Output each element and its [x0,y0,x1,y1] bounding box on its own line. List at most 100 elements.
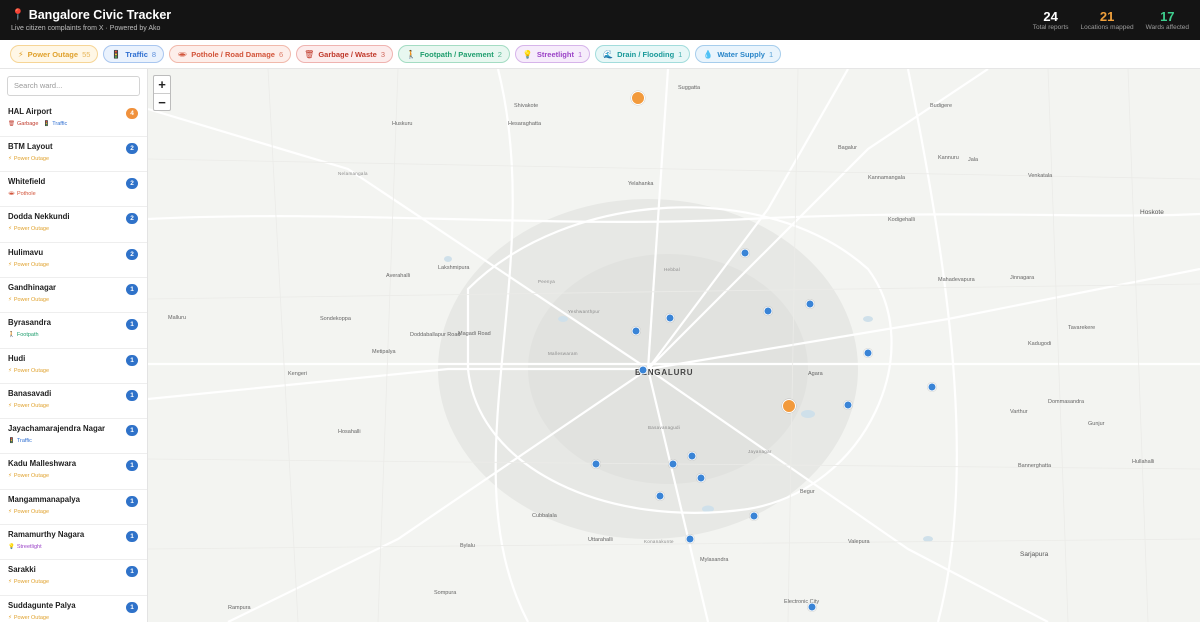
ward-list: HAL Airport 🗑 Garbage 🚦 Traffic 4 BTM Lay… [0,102,147,622]
place-label: Bannerghatta [1018,463,1052,469]
ward-tag-label: Power Outage [13,296,50,303]
zoom-in-button[interactable]: + [154,76,170,93]
complaint-marker[interactable] [927,382,937,392]
ward-tag: ⚡ Power Outage [8,472,49,480]
category-icon: ⚡ [8,579,12,586]
complaint-marker[interactable] [749,511,759,521]
place-label: Sondekoppa [320,316,351,322]
place-label: Lakshmipura [438,265,470,271]
complaint-marker[interactable] [668,459,678,469]
ward-tag: 🗑 Garbage [8,120,38,128]
place-label: Magadi Road [458,331,491,337]
place-label: Kadugodi [1028,341,1052,347]
ward-list-item[interactable]: Suddagunte Palya ⚡ Power Outage 1 [0,596,147,622]
ward-count-badge: 2 [126,178,138,190]
filter-label: Pothole / Road Damage [191,49,275,59]
filter-chip[interactable]: ⚡ Power Outage 55 [10,45,99,63]
stat-item: 17 Wards affected [1146,9,1189,32]
complaint-marker[interactable] [655,491,665,501]
filter-count: 1 [577,49,583,59]
complaint-marker[interactable] [685,534,695,544]
ward-tag-label: Power Outage [13,226,50,233]
filter-chip[interactable]: 🕳 Pothole / Road Damage 6 [169,45,292,63]
ward-name: Hudi [8,353,26,363]
place-label: Hebbal [664,267,681,272]
place-label: Bylalu [460,543,475,549]
zoom-out-button[interactable]: − [154,93,170,110]
category-icon: ⚡ [8,473,12,480]
filter-chip[interactable]: 🌊 Drain / Flooding 1 [595,45,691,63]
search-wrap [0,69,147,102]
place-label: Mylasandra [700,557,729,563]
filter-chip[interactable]: 🚦 Traffic 8 [103,45,165,63]
ward-tags: 🚶 Footpath [8,331,139,339]
filter-label: Garbage / Waste [318,49,377,59]
ward-list-item[interactable]: Kadu Malleshwara ⚡ Power Outage 1 [0,454,147,490]
ward-list-item[interactable]: Dodda Nekkundi ⚡ Power Outage 2 [0,207,147,243]
ward-list-item[interactable]: BTM Layout ⚡ Power Outage 2 [0,137,147,173]
filter-chip[interactable]: 💡 Streetlight 1 [514,45,591,63]
ward-list-item[interactable]: Sarakki ⚡ Power Outage 1 [0,560,147,596]
ward-tag-label: Streetlight [16,544,42,551]
complaint-marker[interactable] [696,473,706,483]
ward-list-item[interactable]: Banasavadi ⚡ Power Outage 1 [0,384,147,420]
ward-tags: ⚡ Power Outage [8,296,139,304]
place-label: Peenya [538,279,556,284]
category-icon: 💧 [703,49,714,59]
place-label: Bagalur [838,145,857,151]
ward-list-item[interactable]: Ramamurthy Nagara 💡 Streetlight 1 [0,525,147,561]
ward-name: Kadu Malleshwara [8,459,77,469]
category-icon: ⚡ [8,296,12,303]
ward-name: Jayachamarajendra Nagar [8,424,106,434]
category-icon: ⚡ [8,402,12,409]
complaint-marker[interactable] [687,451,697,461]
lake-shape [923,536,933,542]
place-label: Shivakote [514,103,539,109]
filter-count: 1 [768,49,774,59]
ward-count-badge: 1 [126,283,138,295]
ward-list-item[interactable]: Mangammanapalya ⚡ Power Outage 1 [0,490,147,526]
complaint-marker[interactable] [665,313,675,323]
filter-chip[interactable]: 🚶 Footpath / Pavement 2 [397,45,510,63]
ward-list-item[interactable]: Hulimavu ⚡ Power Outage 2 [0,243,147,278]
ward-tags: ⚡ Power Outage [8,472,139,480]
filter-label: Power Outage [27,49,79,59]
ward-list-item[interactable]: Jayachamarajendra Nagar 🚦 Traffic 1 [0,419,147,455]
ward-list-item[interactable]: Hudi ⚡ Power Outage 1 [0,349,147,384]
filter-chip[interactable]: 💧 Water Supply 1 [695,45,782,63]
stat-value: 17 [1160,8,1175,24]
ward-tags: 🗑 Garbage 🚦 Traffic [8,120,139,128]
ward-list-item[interactable]: HAL Airport 🗑 Garbage 🚦 Traffic 4 [0,102,147,137]
ward-tag: 🚶 Footpath [8,331,39,339]
ward-name: BTM Layout [8,141,53,151]
complaint-marker[interactable] [807,602,817,612]
map-view[interactable]: + − Suggatta Shivakote Huskuru Hesaraghatta… [148,69,1200,622]
complaint-marker[interactable] [631,326,641,336]
ward-tag-label: Power Outage [13,614,50,621]
complaint-marker[interactable] [863,348,873,358]
complaint-marker[interactable] [631,91,645,105]
complaint-marker[interactable] [763,306,773,316]
ward-count-badge: 1 [126,531,138,543]
ward-list-item[interactable]: Byrasandra 🚶 Footpath 1 [0,313,147,349]
complaint-marker[interactable] [782,399,796,413]
lake-shape [863,316,873,322]
place-label: Konanakunte [644,539,674,544]
filter-chip[interactable]: 🗑 Garbage / Waste 3 [296,45,393,63]
complaint-marker[interactable] [843,400,853,410]
category-icon: ⚡ [18,49,24,59]
ward-tag-label: Power Outage [13,155,50,162]
ward-tag: 🚦 Traffic [43,120,67,128]
ward-list-item[interactable]: Gandhinagar ⚡ Power Outage 1 [0,278,147,314]
complaint-marker[interactable] [740,248,750,258]
ward-search-input[interactable] [7,75,140,96]
complaint-marker[interactable] [638,365,648,375]
ward-name: HAL Airport [8,106,52,116]
complaint-marker[interactable] [805,299,815,309]
ward-tag-label: Power Outage [13,367,50,374]
ward-list-item[interactable]: Whitefield 🕳 Pothole 2 [0,172,147,208]
ward-tag: ⚡ Power Outage [8,367,49,375]
app-subtitle: Live citizen complaints from X · Powered… [11,24,161,32]
ward-name: Suddagunte Palya [8,600,76,610]
complaint-marker[interactable] [591,459,601,469]
